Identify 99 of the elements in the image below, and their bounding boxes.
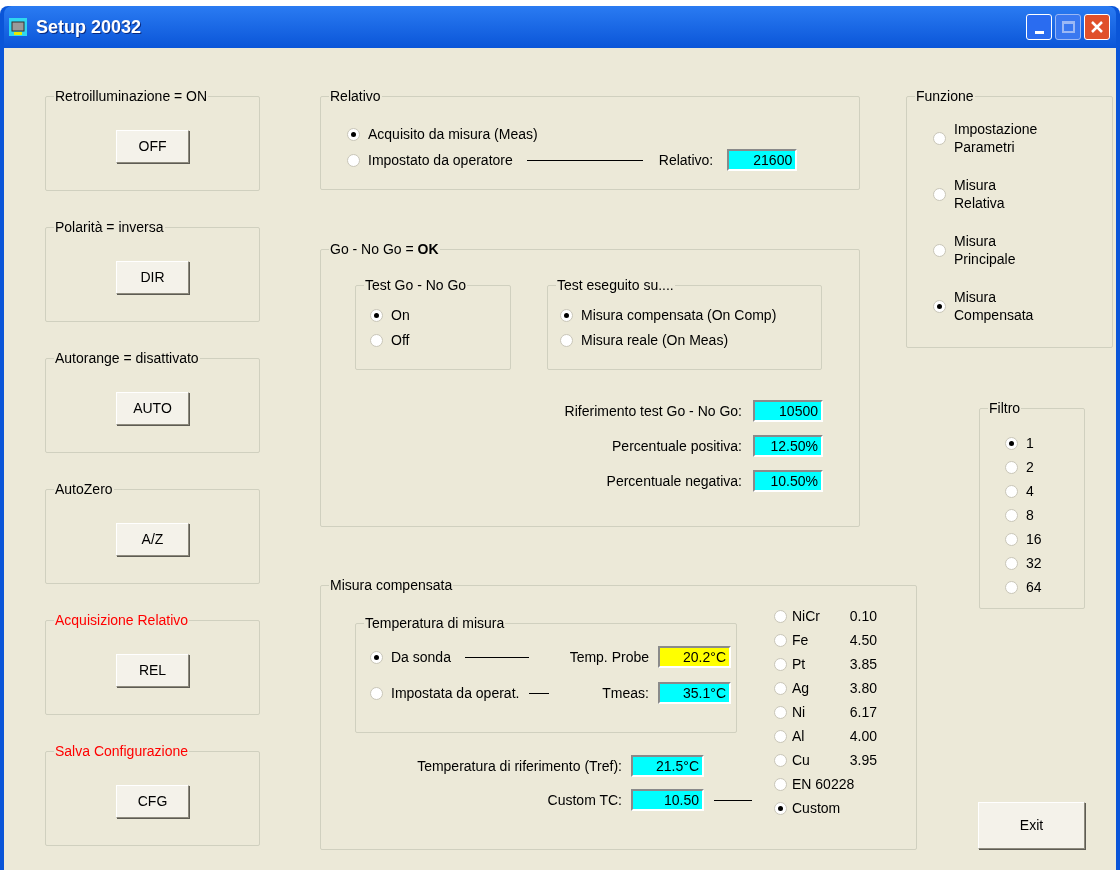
group-title: Filtro: [988, 400, 1022, 416]
group-title: Misura compensata: [329, 577, 454, 593]
radio-icon[interactable]: [1005, 557, 1018, 570]
radio-option[interactable]: Pt 3.85: [774, 655, 877, 674]
radio-icon[interactable]: [933, 243, 946, 257]
push-button[interactable]: AUTO: [116, 392, 189, 425]
radio-option[interactable]: Off: [370, 330, 510, 351]
radio-icon[interactable]: [774, 634, 787, 647]
radio-icon[interactable]: [1005, 533, 1018, 546]
group-title: Test eseguito su....: [556, 277, 675, 293]
radio-option[interactable]: Ag 3.80: [774, 679, 877, 698]
group-title: Relativo: [329, 88, 382, 104]
close-button[interactable]: [1084, 14, 1110, 40]
radio-icon[interactable]: [774, 706, 787, 719]
group-title: Autorange = disattivato: [54, 350, 200, 366]
radio-icon[interactable]: [1005, 485, 1018, 498]
push-button[interactable]: CFG: [116, 785, 189, 818]
field-label: Percentuale positiva:: [612, 436, 742, 456]
push-button[interactable]: REL: [116, 654, 189, 687]
radio-option[interactable]: Misura reale (On Meas): [560, 330, 821, 351]
radio-icon[interactable]: [347, 153, 360, 167]
radio-icon[interactable]: [560, 309, 573, 322]
radio-option[interactable]: 4: [1005, 482, 1084, 501]
group-title: Temperatura di misura: [364, 615, 506, 631]
radio-icon[interactable]: [1005, 581, 1018, 594]
radio-option[interactable]: Impostata da operat.: [370, 682, 520, 704]
radio-option[interactable]: 32: [1005, 554, 1084, 573]
maximize-button[interactable]: [1055, 14, 1081, 40]
push-button[interactable]: Exit: [978, 802, 1085, 849]
radio-icon[interactable]: [933, 187, 946, 201]
radio-icon[interactable]: [1005, 509, 1018, 522]
value-field[interactable]: 10500: [753, 400, 823, 422]
radio-icon[interactable]: [774, 658, 787, 671]
group-title: Funzione: [915, 88, 975, 104]
radio-option[interactable]: Impostato da operatore: [347, 149, 513, 171]
close-icon: [1090, 20, 1104, 34]
radio-option[interactable]: Misura Principale: [933, 232, 1112, 268]
radio-option[interactable]: Al 4.00: [774, 727, 877, 746]
radio-option[interactable]: 16: [1005, 530, 1084, 549]
radio-option[interactable]: 2: [1005, 458, 1084, 477]
push-button[interactable]: DIR: [116, 261, 189, 294]
radio-icon[interactable]: [774, 778, 787, 791]
radio-icon[interactable]: [1005, 461, 1018, 474]
field-label: Relativo:: [658, 150, 714, 170]
radio-option[interactable]: Misura Relativa: [933, 176, 1112, 212]
group-title: AutoZero: [54, 481, 114, 497]
radio-option[interactable]: Misura compensata (On Comp): [560, 305, 821, 326]
radio-option[interactable]: Fe 4.50: [774, 631, 877, 650]
radio-icon[interactable]: [774, 730, 787, 743]
field-label: Temperatura di riferimento (Tref):: [417, 756, 622, 776]
field-label: Custom TC:: [547, 790, 622, 810]
radio-option[interactable]: On: [370, 305, 510, 326]
radio-icon[interactable]: [933, 299, 946, 313]
field-label: Temp. Probe: [569, 647, 649, 667]
radio-icon[interactable]: [370, 650, 383, 664]
group-title: Acquisizione Relativo: [54, 612, 190, 628]
value-field[interactable]: 35.1°C: [658, 682, 731, 704]
radio-icon[interactable]: [774, 754, 787, 767]
radio-icon[interactable]: [370, 334, 383, 347]
radio-icon[interactable]: [774, 682, 787, 695]
radio-option[interactable]: Impostazione Parametri: [933, 120, 1112, 156]
radio-icon[interactable]: [774, 610, 787, 623]
value-field[interactable]: 21.5°C: [631, 755, 704, 777]
radio-option[interactable]: Acquisito da misura (Meas): [347, 124, 859, 145]
radio-option[interactable]: Da sonda: [370, 646, 451, 668]
field-label: Riferimento test Go - No Go:: [564, 401, 742, 421]
radio-option[interactable]: Ni 6.17: [774, 703, 877, 722]
push-button[interactable]: OFF: [116, 130, 189, 163]
group-title: Test Go - No Go: [364, 277, 468, 293]
window-title: Setup 20032: [36, 15, 142, 39]
value-field[interactable]: 21600: [727, 149, 798, 171]
radio-icon[interactable]: [370, 309, 383, 322]
radio-icon[interactable]: [370, 686, 383, 700]
push-button[interactable]: A/Z: [116, 523, 189, 556]
radio-option[interactable]: NiCr 0.10: [774, 607, 877, 626]
radio-option[interactable]: 64: [1005, 578, 1084, 597]
group-title: Retroilluminazione = ON: [54, 88, 209, 104]
value-field[interactable]: 10.50%: [753, 470, 823, 492]
minimize-button[interactable]: [1026, 14, 1052, 40]
value-field[interactable]: 10.50: [631, 789, 704, 811]
field-label: Tmeas:: [602, 683, 649, 703]
radio-option[interactable]: Misura Compensata: [933, 288, 1112, 324]
group-title: Salva Configurazione: [54, 743, 190, 759]
radio-option[interactable]: EN 60228: [774, 775, 877, 794]
radio-icon[interactable]: [347, 128, 360, 141]
group-title: Polarità = inversa: [54, 219, 165, 235]
radio-option[interactable]: Custom: [774, 799, 877, 818]
radio-option[interactable]: 8: [1005, 506, 1084, 525]
field-label: Percentuale negativa:: [606, 471, 742, 491]
radio-icon[interactable]: [1005, 437, 1018, 450]
radio-option[interactable]: 1: [1005, 434, 1084, 453]
radio-icon[interactable]: [933, 131, 946, 145]
app-icon: [8, 17, 28, 37]
group-title: Go - No Go = OK: [329, 241, 440, 257]
radio-option[interactable]: Cu 3.95: [774, 751, 877, 770]
radio-icon[interactable]: [774, 802, 787, 815]
radio-icon[interactable]: [560, 334, 573, 347]
value-field[interactable]: 20.2°C: [658, 646, 731, 668]
value-field[interactable]: 12.50%: [753, 435, 823, 457]
